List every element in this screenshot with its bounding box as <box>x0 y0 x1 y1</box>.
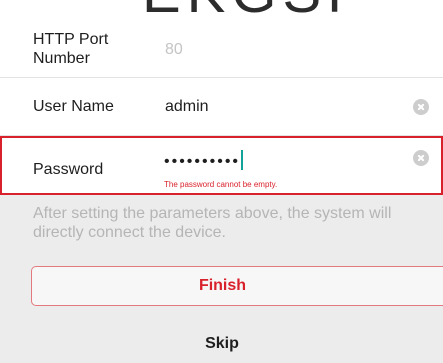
connection-form: HTTP Port Number 80 User Name admin Pass… <box>0 20 443 195</box>
password-masked-value: •••••••••• <box>164 153 241 170</box>
page-title: EKGSF <box>142 0 369 20</box>
http-port-input[interactable]: 80 <box>165 40 183 59</box>
user-name-label: User Name <box>33 98 114 115</box>
finish-button[interactable]: Finish <box>31 266 443 306</box>
connection-hint-text: After setting the parameters above, the … <box>33 205 392 241</box>
http-port-row[interactable]: HTTP Port Number 80 <box>0 20 443 78</box>
user-name-row[interactable]: User Name admin <box>0 78 443 136</box>
clear-user-name-icon[interactable] <box>413 99 429 115</box>
password-row[interactable]: Password •••••••••• The password cannot … <box>0 136 443 195</box>
text-caret <box>241 150 244 170</box>
user-name-input[interactable]: admin <box>165 97 209 116</box>
header-strip: EKGSF <box>0 0 443 20</box>
password-input[interactable]: •••••••••• <box>164 150 244 171</box>
clear-password-icon[interactable] <box>413 150 429 166</box>
password-error-message: The password cannot be empty. <box>164 180 278 189</box>
http-port-label: HTTP Port Number <box>33 31 109 67</box>
skip-button[interactable]: Skip <box>31 335 443 363</box>
password-label: Password <box>33 161 104 178</box>
